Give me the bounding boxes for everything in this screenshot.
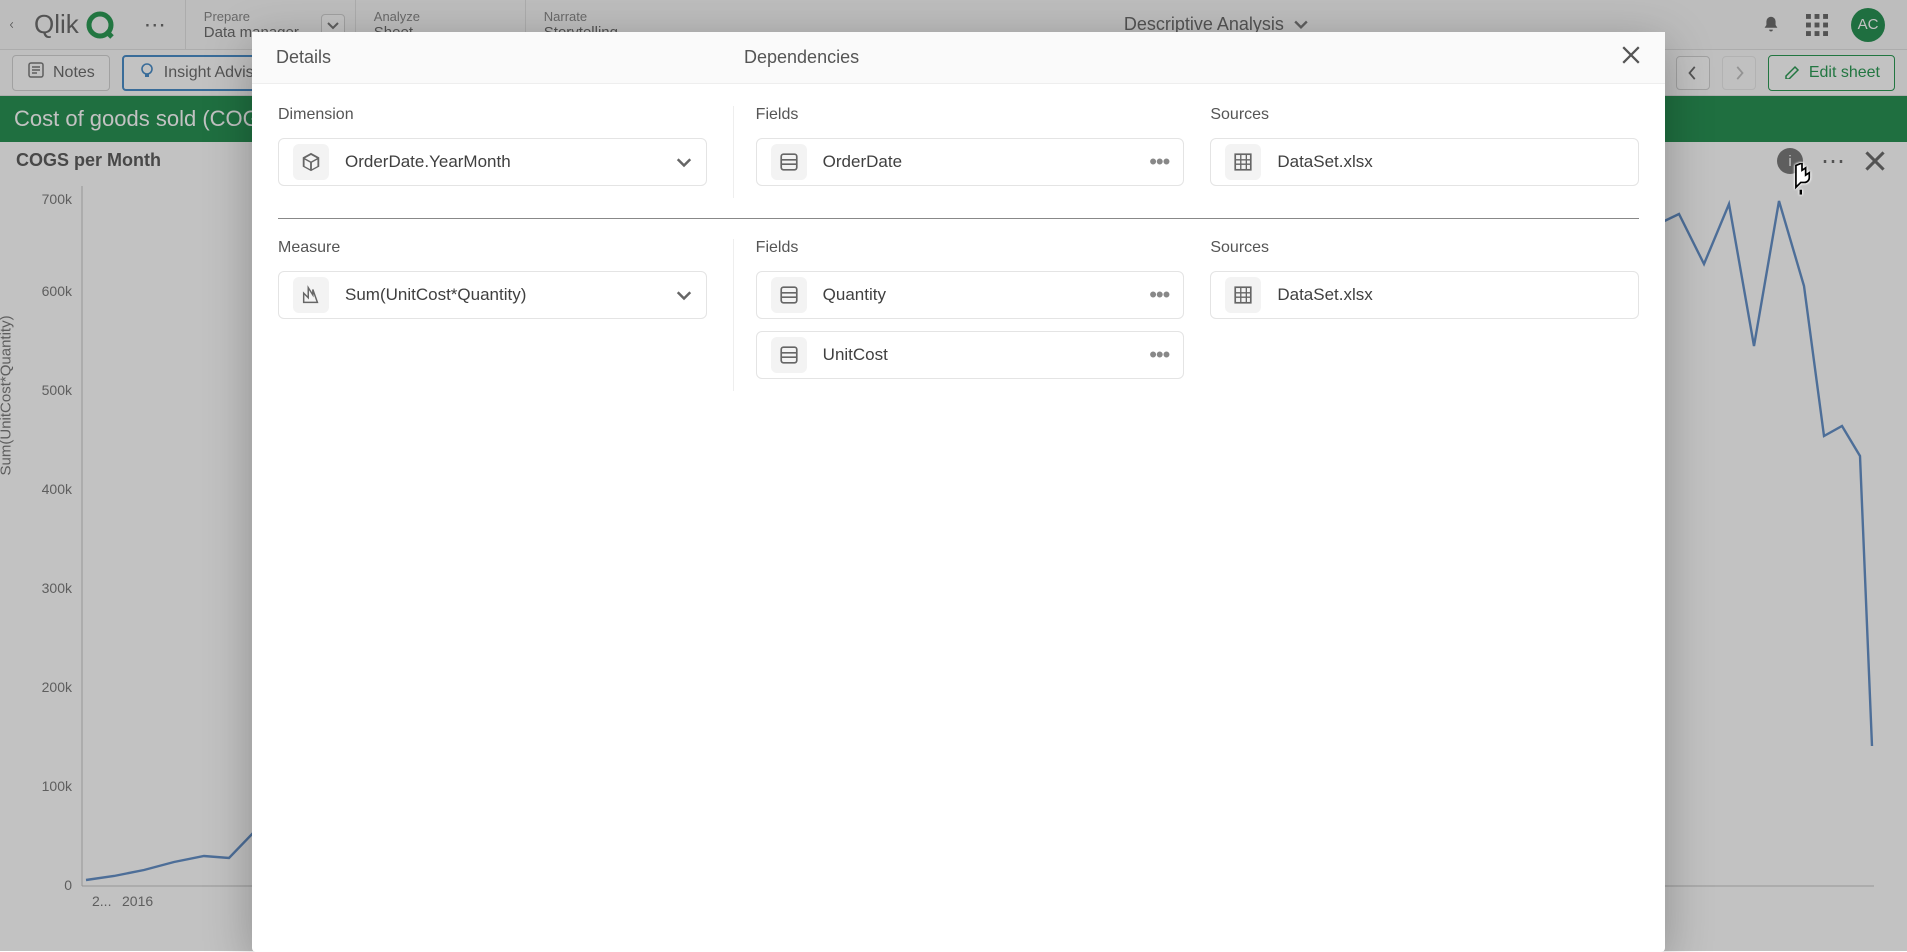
more-icon[interactable]: ••• [1149, 342, 1169, 368]
dimension-card[interactable]: OrderDate.YearMonth [278, 138, 707, 186]
modal-tab-details[interactable]: Details [276, 47, 744, 68]
fields-label: Fields [756, 106, 1185, 124]
source-name: DataSet.xlsx [1277, 285, 1624, 305]
sources-label: Sources [1210, 239, 1639, 257]
fields-label: Fields [756, 239, 1185, 257]
field-card[interactable]: UnitCost ••• [756, 331, 1185, 379]
modal-tab-dependencies[interactable]: Dependencies [744, 47, 859, 68]
field-name: OrderDate [823, 152, 1134, 172]
dimension-label: Dimension [278, 106, 707, 124]
field-card[interactable]: OrderDate ••• [756, 138, 1185, 186]
field-card[interactable]: Quantity ••• [756, 271, 1185, 319]
cube-icon [293, 144, 329, 180]
field-name: UnitCost [823, 345, 1134, 365]
measure-icon [293, 277, 329, 313]
field-name: Quantity [823, 285, 1134, 305]
measure-card[interactable]: Sum(UnitCost*Quantity) [278, 271, 707, 319]
close-icon[interactable] [1621, 44, 1641, 72]
source-name: DataSet.xlsx [1277, 152, 1624, 172]
measure-label: Measure [278, 239, 707, 257]
field-icon [771, 144, 807, 180]
source-card[interactable]: DataSet.xlsx [1210, 138, 1639, 186]
divider [278, 218, 1639, 219]
table-icon [1225, 277, 1261, 313]
chevron-down-icon[interactable] [676, 285, 692, 306]
sources-label: Sources [1210, 106, 1639, 124]
field-icon [771, 337, 807, 373]
more-icon[interactable]: ••• [1149, 149, 1169, 175]
source-card[interactable]: DataSet.xlsx [1210, 271, 1639, 319]
measure-value: Sum(UnitCost*Quantity) [345, 285, 660, 305]
table-icon [1225, 144, 1261, 180]
chevron-down-icon[interactable] [676, 152, 692, 173]
cursor-icon [1787, 163, 1817, 205]
dependencies-modal: Details Dependencies Dimension OrderDate… [252, 32, 1665, 952]
more-icon[interactable]: ••• [1149, 282, 1169, 308]
dimension-value: OrderDate.YearMonth [345, 152, 660, 172]
field-icon [771, 277, 807, 313]
